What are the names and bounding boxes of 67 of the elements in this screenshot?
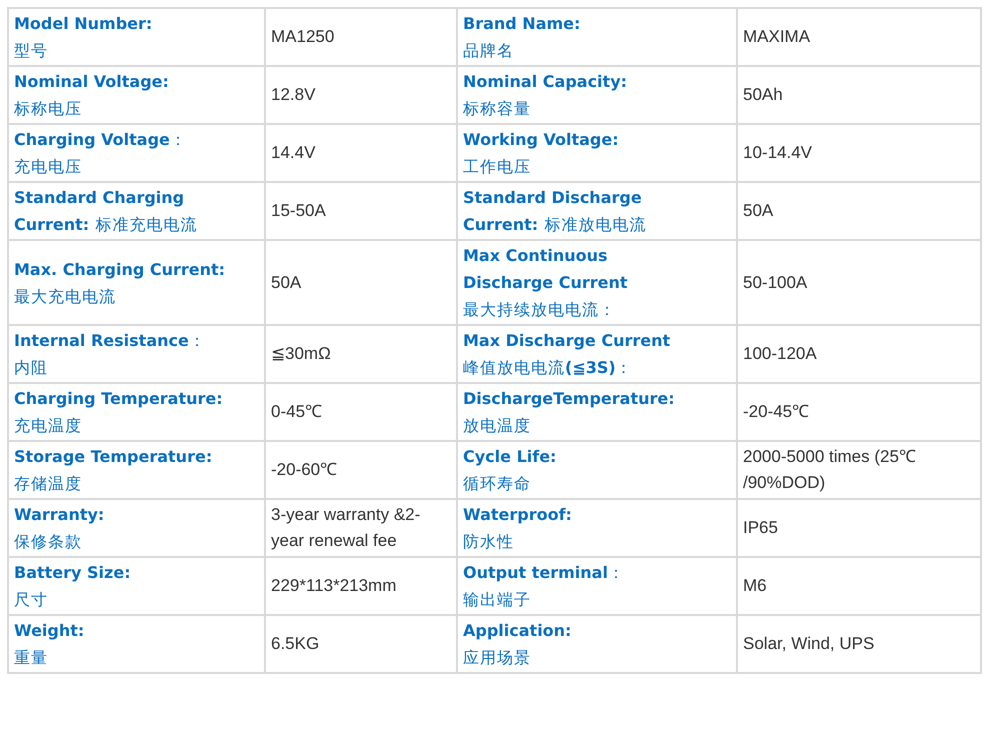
spec-label: Max. Charging Current: [14,258,226,280]
spec-label-line: Current: 标准充电电流 [14,214,198,236]
spec-value: 10-14.4V [737,124,981,182]
spec-label-line: Internal Resistance： [14,330,206,352]
spec-label-line: 重量 [14,647,48,669]
spec-value: 6.5KG [265,615,457,673]
spec-label-line: 尺寸 [14,589,48,611]
spec-value: 0-45℃ [265,383,457,441]
spec-value: M6 [737,557,981,615]
spec-label: Working Voltage: [463,129,619,151]
spec-value: MAXIMA [737,8,981,66]
spec-label-line: 品牌名 [463,40,514,62]
spec-label: Weight: [14,620,84,642]
spec-label: Model Number: [14,13,152,35]
spec-label: Waterproof: [463,504,572,526]
spec-value: MA1250 [265,8,457,66]
spec-label: Standard Discharge [463,187,642,209]
spec-label: Discharge Current [463,272,628,294]
spec-value: 12.8V [265,66,457,124]
spec-value: IP65 [737,499,981,557]
spec-value: 100-120A [737,325,981,383]
spec-label-line: 型号 [14,40,48,62]
spec-value: 229*113*213mm [265,557,457,615]
spec-label-line: Output terminal： [463,562,625,584]
spec-label: Max Discharge Current [463,330,670,352]
spec-value: 14.4V [265,124,457,182]
spec-value: 2000-5000 times (25℃ /90%DOD) [737,441,981,499]
spec-label-line: 最大持续放电电流： [463,299,616,321]
spec-label-line: 保修条款 [14,531,82,553]
spec-label-line: 标称电压 [14,98,82,120]
spec-label: Battery Size: [14,562,131,584]
spec-label-line: Current: 标准放电电流 [463,214,646,236]
spec-label: Storage Temperature: [14,446,212,468]
spec-label-line: Charging Voltage： [14,129,187,151]
spec-label: DischargeTemperature: [463,388,675,410]
spec-label-line: 应用场景 [463,647,531,669]
spec-label: Application: [463,620,572,642]
spec-value: 50A [737,182,981,240]
spec-label-line: 循环寿命 [463,473,531,495]
spec-label-line: 防水性 [463,531,514,553]
spec-label-line: 内阻 [14,357,48,379]
spec-label-line: 充电电压 [14,156,82,178]
spec-label: Cycle Life: [463,446,556,468]
spec-value: Solar, Wind, UPS [737,615,981,673]
spec-label-line: 最大充电电流 [14,286,116,308]
spec-label-line: 工作电压 [463,156,531,178]
spec-label: Nominal Voltage: [14,71,169,93]
spec-value: 50A [265,240,457,325]
spec-label: Warranty: [14,504,104,526]
spec-value: 3-year warranty &2- year renewal fee [265,499,457,557]
spec-label-line: 存储温度 [14,473,82,495]
spec-value: 15-50A [265,182,457,240]
spec-label-line: 标称容量 [463,98,531,120]
spec-value: -20-60℃ [265,441,457,499]
spec-label-line: 峰值放电电流(≦3S)： [463,357,633,379]
spec-label-line: 输出端子 [463,589,531,611]
spec-label: Charging Temperature: [14,388,223,410]
spec-value: 50Ah [737,66,981,124]
spec-label: Standard Charging [14,187,184,209]
spec-label: Nominal Capacity: [463,71,628,93]
spec-label: Brand Name: [463,13,580,35]
spec-value: 50-100A [737,240,981,325]
spec-value: ≦30mΩ [265,325,457,383]
spec-label-line: 放电温度 [463,415,531,437]
spec-label: Max Continuous [463,245,608,267]
spec-label-line: 充电温度 [14,415,82,437]
spec-value: -20-45℃ [737,383,981,441]
